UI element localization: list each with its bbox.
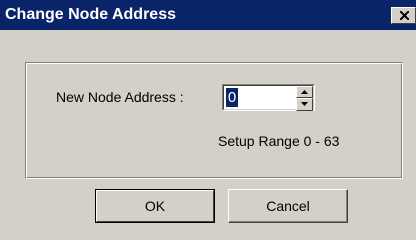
settings-group-box [25, 62, 403, 179]
arrow-up-icon [301, 90, 308, 94]
close-icon [400, 11, 409, 20]
node-address-spinbox[interactable]: 0 [222, 84, 315, 111]
node-address-input[interactable]: 0 [226, 88, 238, 107]
dialog-title: Change Node Address [5, 6, 176, 23]
spin-up-button[interactable] [296, 86, 313, 98]
title-bar[interactable]: Change Node Address [0, 0, 416, 30]
cancel-button[interactable]: Cancel [228, 189, 348, 223]
close-button[interactable] [391, 7, 416, 24]
change-node-address-dialog: Change Node Address New Node Address : 0 [0, 0, 416, 240]
arrow-down-icon [301, 102, 308, 106]
setup-range-text: Setup Range 0 - 63 [218, 133, 340, 149]
cancel-button-label: Cancel [266, 198, 310, 214]
ok-button-label: OK [144, 198, 166, 214]
spin-down-button[interactable] [296, 98, 313, 111]
ok-button[interactable]: OK [95, 189, 215, 223]
node-address-label: New Node Address : [56, 89, 184, 105]
